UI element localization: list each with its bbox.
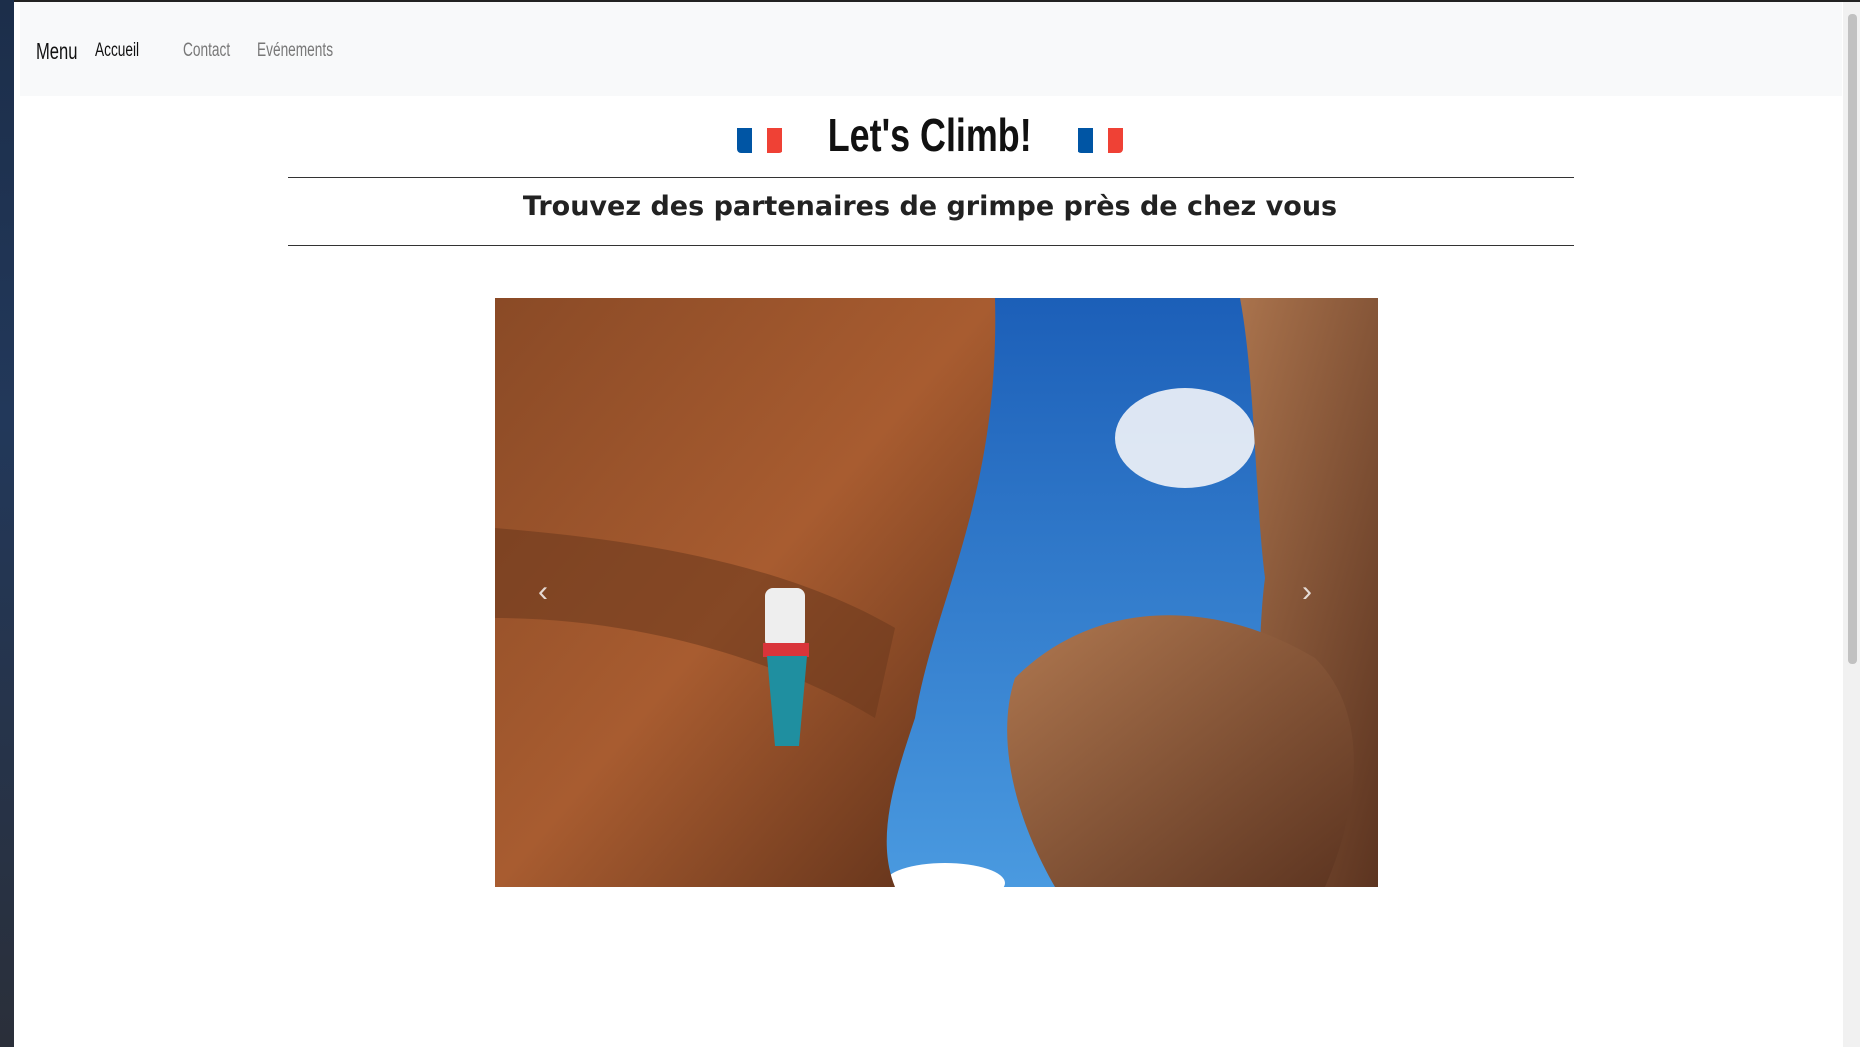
france-flag-icon	[1077, 119, 1124, 153]
scrollbar[interactable]	[1843, 2, 1860, 1047]
page-title-text: Let's Climb!	[828, 109, 1032, 161]
navbar: Menu Accueil Contact Evénements	[20, 2, 1842, 96]
climbing-photo	[495, 298, 1378, 887]
nav-item-evenements[interactable]: Evénements	[257, 40, 333, 62]
image-carousel[interactable]	[495, 298, 1378, 887]
navbar-brand[interactable]: Menu	[36, 38, 77, 65]
nav-item-accueil[interactable]: Accueil	[95, 40, 139, 62]
scrollbar-thumb[interactable]	[1848, 14, 1857, 664]
nav-item-contact[interactable]: Contact	[183, 40, 230, 62]
chevron-right-icon[interactable]: ›	[1302, 575, 1322, 608]
divider	[288, 177, 1574, 178]
chevron-left-icon[interactable]: ‹	[538, 575, 558, 608]
divider	[288, 245, 1574, 246]
page-subtitle: Trouvez des partenaires de grimpe près d…	[522, 191, 1338, 222]
france-flag-icon	[736, 119, 783, 153]
page-title: Let's Climb!	[0, 108, 1860, 162]
